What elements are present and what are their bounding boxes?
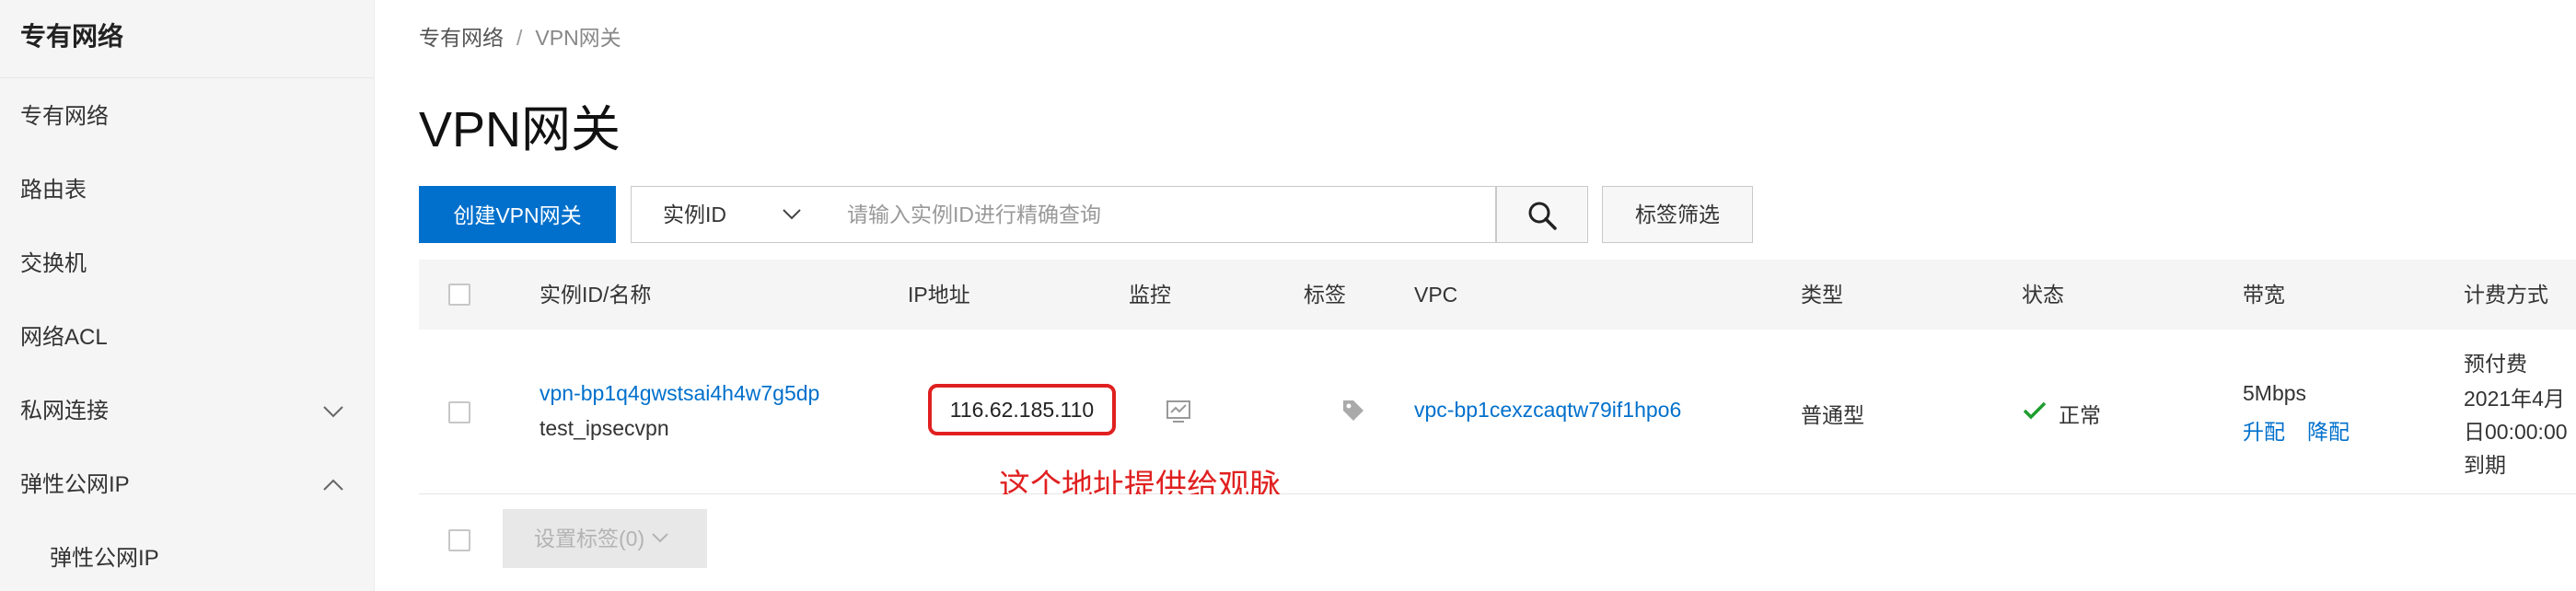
column-header-instance: 实例ID/名称 [540,283,652,307]
search-icon [1528,202,1557,230]
gateway-type: 普通型 [1801,403,1864,427]
sidebar-divider [0,77,374,78]
sidebar-item-vpc[interactable]: 专有网络 [20,98,352,135]
status-text: 正常 [2059,403,2101,427]
column-header-vpc: VPC [1414,283,1458,307]
select-all-checkbox[interactable] [448,284,470,306]
ip-address: 116.62.185.110 [928,384,1116,435]
tag-filter-button[interactable]: 标签筛选 [1602,186,1753,243]
table-row: vpn-bp1q4gwstsai4h4w7g5dp test_ipsecvpn … [419,330,2576,494]
column-header-billing: 计费方式 [2464,283,2548,307]
search-input[interactable]: 请输入实例ID进行精确查询 [818,186,1496,243]
set-tags-label: 设置标签(0) [534,527,645,550]
check-icon [2023,401,2047,420]
sidebar-title: 专有网络 [20,22,124,51]
page-title: VPN网关 [419,102,621,157]
instance-id-link[interactable]: vpn-bp1q4gwstsai4h4w7g5dp [540,381,819,406]
sidebar-item-vswitch[interactable]: 交换机 [20,246,352,283]
column-header-monitor: 监控 [1129,283,1171,307]
tag-icon[interactable] [1340,398,1366,423]
upgrade-link[interactable]: 升配 [2243,414,2285,446]
table-header: 实例ID/名称 IP地址 监控 标签 VPC 类型 状态 带宽 计费方式 [419,260,2576,330]
sidebar-item-route-table[interactable]: 路由表 [20,172,352,209]
billing-line: 日00:00:00 [2464,420,2568,444]
billing-line: 预付费 [2464,352,2527,376]
column-header-bandwidth: 带宽 [2243,283,2285,307]
billing-line: 2021年4月 [2464,387,2565,411]
column-header-type: 类型 [1801,283,1843,307]
sidebar-item-label: 弹性公网IP [20,472,130,497]
filter-type-value: 实例ID [663,203,726,226]
breadcrumb-separator: / [516,26,523,50]
column-header-ip: IP地址 [908,283,970,307]
sidebar: 专有网络 专有网络 路由表 交换机 网络ACL 私网连接 弹性公网IP 弹性公网… [0,0,375,591]
footer-select-all-checkbox[interactable] [448,529,470,551]
chevron-down-icon [652,533,668,543]
table-footer [419,494,2576,591]
row-checkbox[interactable] [448,401,470,423]
sidebar-item-label: 私网连接 [20,399,109,423]
column-header-tags: 标签 [1304,283,1346,307]
breadcrumb: 专有网络 / VPN网关 [419,20,621,52]
billing-line: 到期 [2464,453,2506,477]
chevron-down-icon [323,406,343,418]
chevron-up-icon [323,479,343,491]
sidebar-subitem-eip[interactable]: 弹性公网IP [50,540,354,577]
chevron-down-icon [783,209,801,220]
sidebar-item-private-link[interactable]: 私网连接 [20,393,352,430]
sidebar-item-network-acl[interactable]: 网络ACL [20,319,352,356]
search-button[interactable] [1496,186,1588,243]
sidebar-item-eip[interactable]: 弹性公网IP [20,467,352,504]
search-placeholder: 请输入实例ID进行精确查询 [847,203,1101,226]
filter-type-select[interactable]: 实例ID [631,186,818,243]
monitor-chart-icon[interactable] [1166,400,1191,423]
breadcrumb-current: VPN网关 [535,26,621,50]
create-vpn-gateway-button[interactable]: 创建VPN网关 [419,186,616,243]
bandwidth-value: 5Mbps [2243,381,2307,405]
vpc-link[interactable]: vpc-bp1cexzcaqtw79if1hpo6 [1414,398,1681,423]
column-header-status: 状态 [2022,283,2064,307]
set-tags-button[interactable]: 设置标签(0) [503,509,707,568]
instance-name: test_ipsecvpn [540,416,669,440]
breadcrumb-root[interactable]: 专有网络 [419,26,504,50]
downgrade-link[interactable]: 降配 [2307,414,2350,446]
